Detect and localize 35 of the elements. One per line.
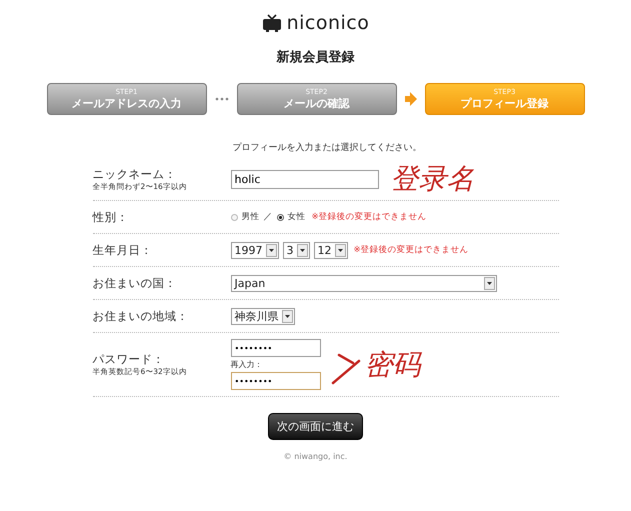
separator-text: ／ xyxy=(264,211,272,223)
handwritten-annotation: 登录名 xyxy=(390,164,474,194)
dropdown[interactable]: Japan xyxy=(230,274,496,292)
next-button[interactable]: 次の画面に進む xyxy=(268,413,363,440)
radio-button[interactable] xyxy=(276,214,284,220)
field-label: パスワード： xyxy=(92,352,166,367)
step-label: メールアドレスの入力 xyxy=(72,96,182,110)
page-title: 新規会員登録 xyxy=(276,48,354,66)
password-field[interactable]: •••••••• xyxy=(230,339,320,357)
dropdown[interactable]: 12 xyxy=(314,242,348,258)
dropdown[interactable]: 神奈川県 xyxy=(230,308,294,324)
field-label: お住まいの地域： xyxy=(92,308,190,324)
field-label: 性別： xyxy=(92,210,130,224)
dropdown[interactable]: 3 xyxy=(282,242,310,258)
field-label: お住まいの国： xyxy=(92,276,178,290)
warning-note: ※登録後の変更はできません xyxy=(312,211,427,223)
field-label: 生年月日： xyxy=(92,242,154,258)
dropdown[interactable]: 1997 xyxy=(230,242,278,258)
logo-text: niconico xyxy=(286,12,370,34)
copyright-text: © niwango, inc. xyxy=(284,452,348,461)
arrow-icon xyxy=(404,92,416,106)
field-label: ニックネーム： xyxy=(92,166,178,182)
instruction-text: プロフィールを入力または選択してください。 xyxy=(232,141,422,154)
dots-icon xyxy=(214,97,228,101)
warning-note: ※登録後の変更はできません xyxy=(354,244,469,256)
step-label: プロフィール登録 xyxy=(460,96,548,110)
radio-button[interactable] xyxy=(230,214,238,220)
nickname-field[interactable]: holic xyxy=(230,170,378,188)
password-field[interactable]: •••••••• xyxy=(230,372,320,390)
step-label: メールの確認 xyxy=(284,96,350,110)
tv-icon xyxy=(262,14,282,32)
radio-label: 男性 xyxy=(242,211,260,223)
handwritten-annotation: 密码 xyxy=(364,350,420,380)
radio-label: 女性 xyxy=(288,211,306,223)
confirm-label: 再入力： xyxy=(230,359,264,370)
